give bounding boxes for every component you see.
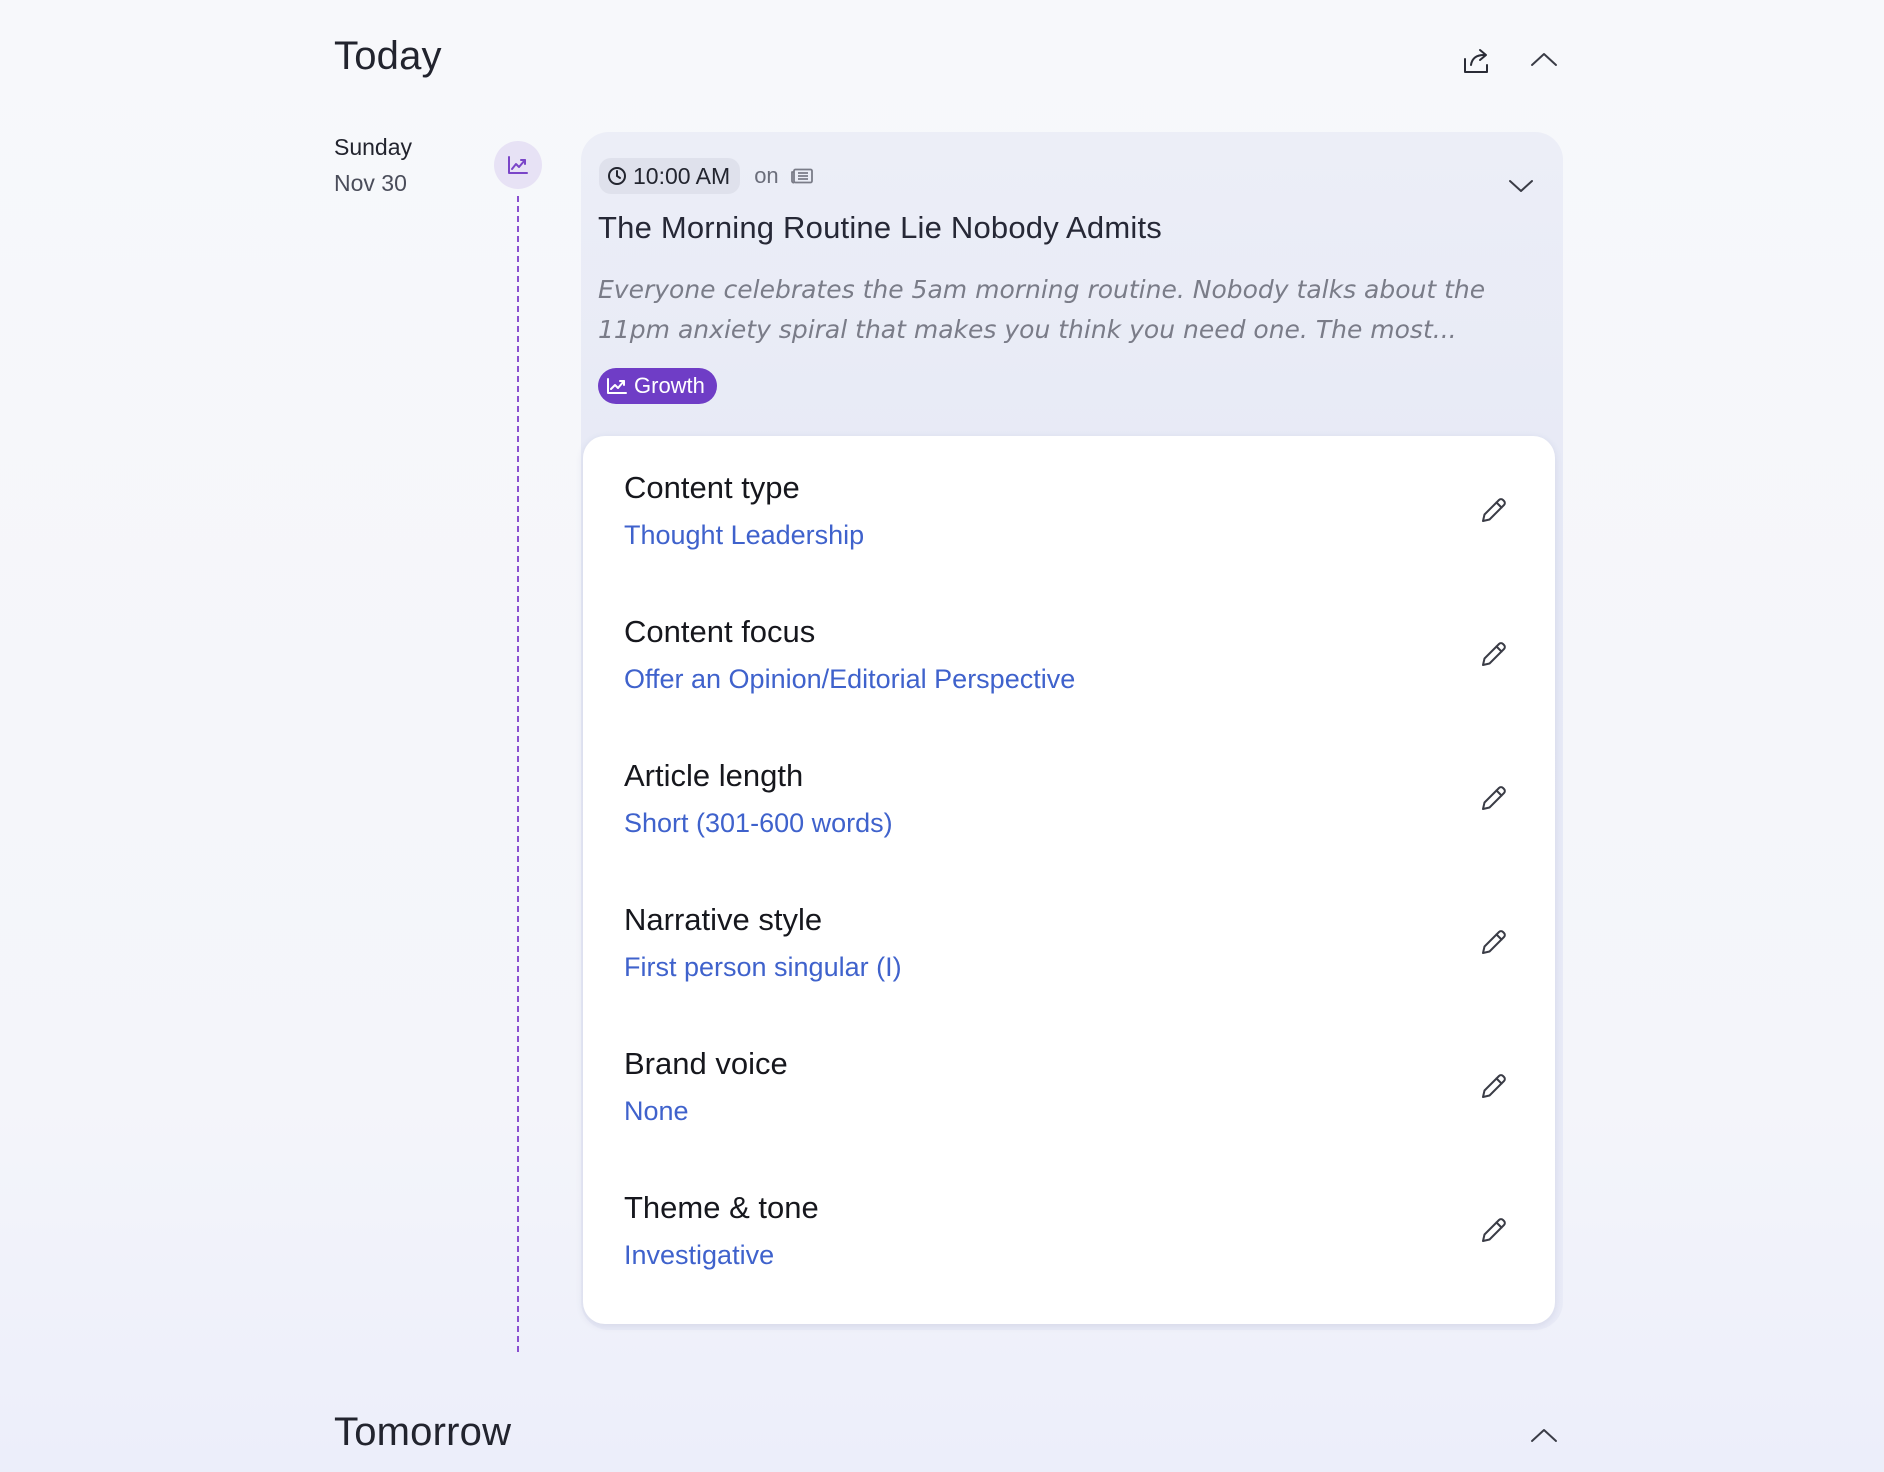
- setting-value[interactable]: First person singular (I): [624, 952, 902, 983]
- growth-chart-icon: [607, 378, 627, 394]
- post-settings-card: Content type Thought Leadership Content …: [583, 436, 1555, 1324]
- post-excerpt: Everyone celebrates the 5am morning rout…: [598, 275, 1486, 344]
- setting-value[interactable]: Offer an Opinion/Editorial Perspective: [624, 664, 1075, 695]
- timeline-badge: [494, 141, 542, 189]
- setting-label: Brand voice: [624, 1046, 788, 1081]
- expand-post-button[interactable]: [1501, 166, 1541, 206]
- post-time: 10:00 AM: [633, 162, 731, 189]
- edit-narrative-style-button[interactable]: [1474, 922, 1514, 962]
- setting-row-theme-tone: Theme & tone Investigative: [583, 1156, 1555, 1300]
- setting-row-brand-voice: Brand voice None: [583, 1012, 1555, 1156]
- growth-chart-icon: [508, 156, 528, 174]
- setting-value[interactable]: Short (301-600 words): [624, 808, 893, 839]
- collapse-today-button[interactable]: [1527, 42, 1561, 76]
- post-schedule-row: 10:00 AM on: [599, 158, 813, 194]
- entry-day: Sunday: [334, 134, 413, 160]
- setting-value[interactable]: Thought Leadership: [624, 520, 864, 551]
- setting-label: Article length: [624, 758, 804, 793]
- setting-row-narrative-style: Narrative style First person singular (I…: [583, 868, 1555, 1012]
- on-label: on: [754, 163, 779, 188]
- chevron-down-icon: [1509, 180, 1533, 192]
- edit-content-type-button[interactable]: [1474, 490, 1514, 530]
- today-heading: Today: [334, 34, 442, 78]
- setting-label: Narrative style: [624, 902, 823, 937]
- pencil-icon: [1482, 498, 1506, 522]
- chevron-up-icon: [1531, 53, 1557, 66]
- clock-icon: [608, 167, 626, 185]
- collapse-tomorrow-button[interactable]: [1527, 1418, 1561, 1452]
- schedule-page: Today Sunday Nov 30 10:00 AM on The Morn…: [0, 0, 1884, 1472]
- chevron-up-icon: [1531, 1429, 1557, 1442]
- edit-theme-tone-button[interactable]: [1474, 1210, 1514, 1250]
- setting-label: Content focus: [624, 614, 816, 649]
- setting-row-content-focus: Content focus Offer an Opinion/Editorial…: [583, 580, 1555, 724]
- pencil-icon: [1482, 786, 1506, 810]
- pencil-icon: [1482, 930, 1506, 954]
- pencil-icon: [1482, 1218, 1506, 1242]
- edit-content-focus-button[interactable]: [1474, 634, 1514, 674]
- pencil-icon: [1482, 642, 1506, 666]
- category-tag[interactable]: Growth: [598, 368, 717, 404]
- pencil-icon: [1482, 1074, 1506, 1098]
- tag-label: Growth: [634, 373, 705, 398]
- setting-value[interactable]: None: [624, 1096, 689, 1127]
- setting-value[interactable]: Investigative: [624, 1240, 774, 1271]
- setting-row-content-type: Content type Thought Leadership: [583, 436, 1555, 580]
- tomorrow-heading: Tomorrow: [334, 1410, 512, 1454]
- post-card[interactable]: 10:00 AM on The Morning Routine Lie Nobo…: [581, 132, 1563, 1330]
- entry-date: Nov 30: [334, 170, 407, 196]
- newspaper-icon: [790, 168, 813, 184]
- setting-label: Content type: [624, 470, 800, 505]
- time-chip[interactable]: 10:00 AM: [599, 158, 741, 194]
- edit-article-length-button[interactable]: [1474, 778, 1514, 818]
- edit-brand-voice-button[interactable]: [1474, 1066, 1514, 1106]
- timeline-line: [517, 196, 519, 1352]
- setting-row-article-length: Article length Short (301-600 words): [583, 724, 1555, 868]
- post-title[interactable]: The Morning Routine Lie Nobody Admits: [598, 210, 1162, 246]
- share-icon[interactable]: [1460, 44, 1494, 78]
- setting-label: Theme & tone: [624, 1190, 819, 1225]
